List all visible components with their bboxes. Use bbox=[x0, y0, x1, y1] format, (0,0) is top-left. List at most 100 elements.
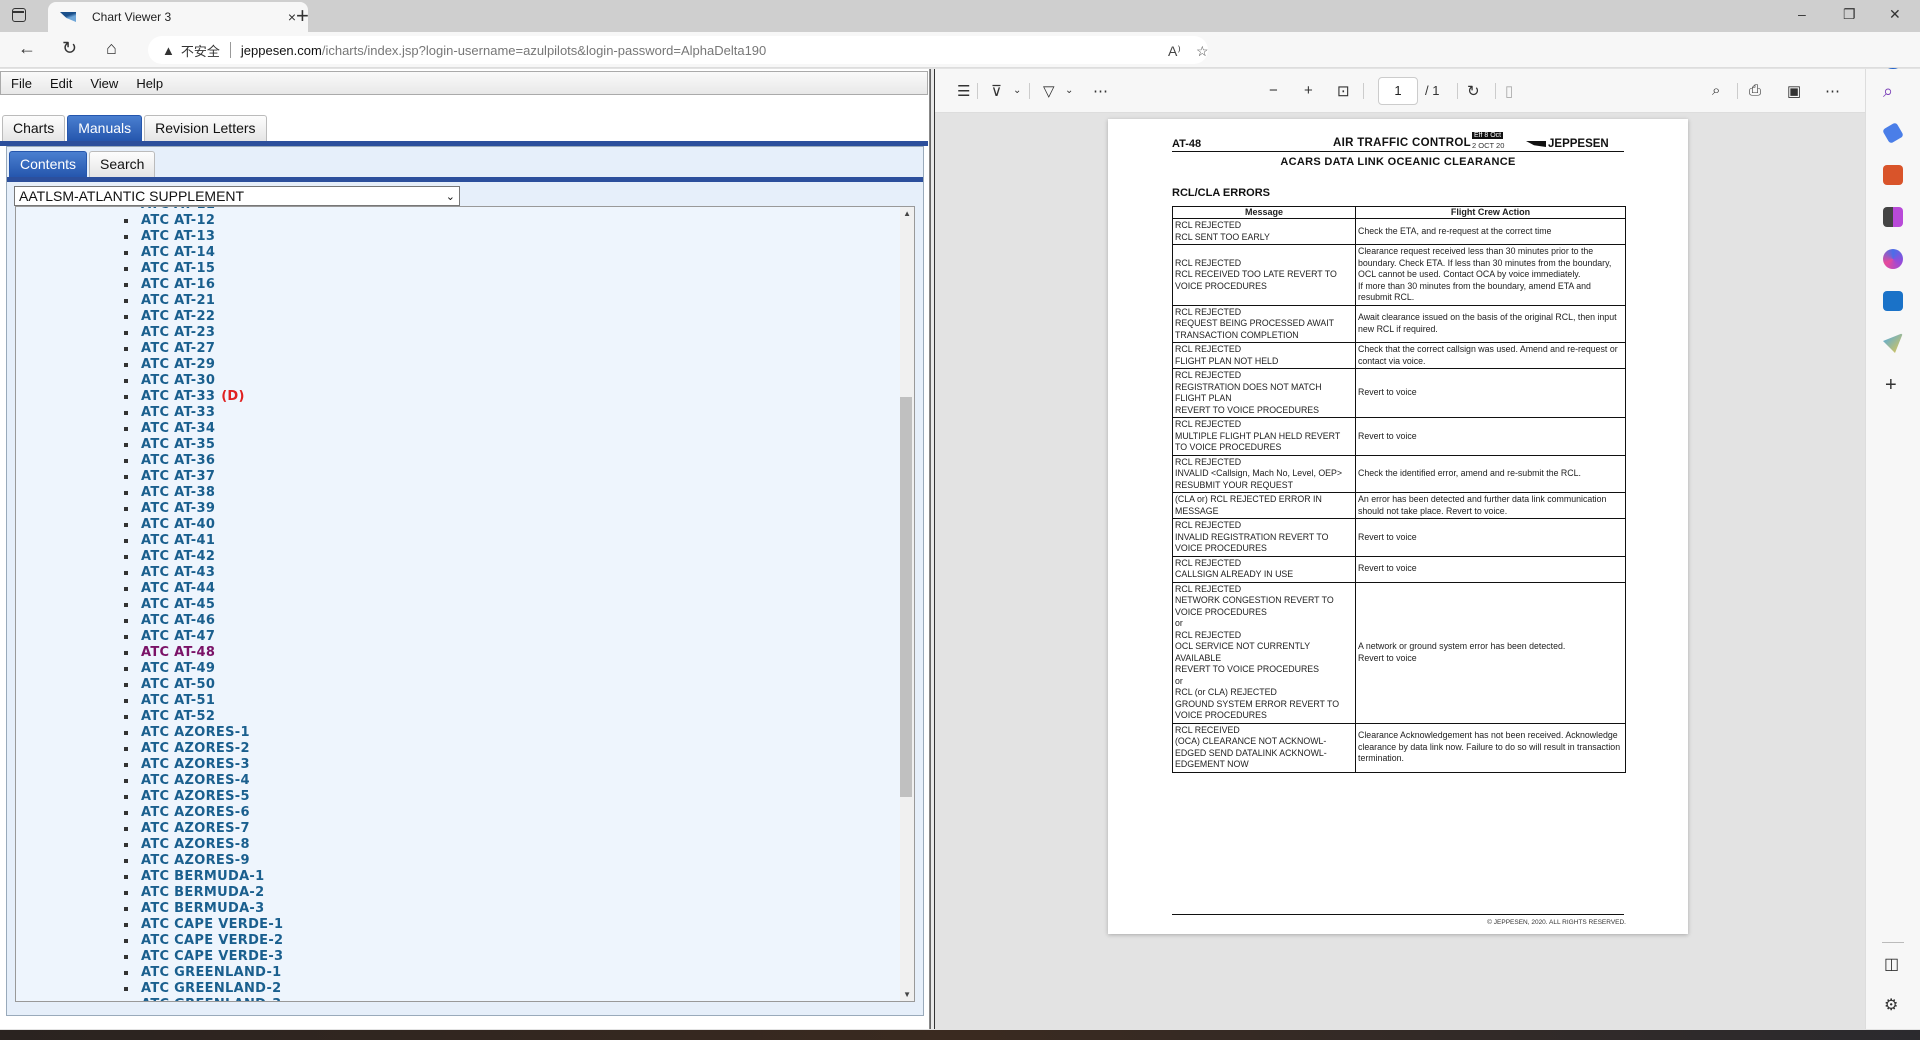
list-item-label[interactable]: ATC AZORES-7 bbox=[141, 821, 250, 836]
list-item-label[interactable]: ATC AT-21 bbox=[141, 293, 215, 308]
zoom-in-icon[interactable]: + bbox=[1304, 82, 1313, 99]
list-item-label[interactable]: ATC AT-35 bbox=[141, 437, 215, 452]
list-item[interactable]: ATC AT-23 bbox=[16, 325, 283, 341]
restore-button[interactable]: ❐ bbox=[1843, 6, 1856, 23]
list-item-label[interactable]: ATC AT-33 bbox=[141, 389, 215, 404]
scroll-up-arrow-icon[interactable]: ▲ bbox=[903, 209, 911, 218]
refresh-icon[interactable]: ↻ bbox=[62, 38, 77, 59]
list-item[interactable]: ATC AT-45 bbox=[16, 597, 283, 613]
list-item-label[interactable]: ATC AT-29 bbox=[141, 357, 215, 372]
list-item[interactable]: ATC AT-16 bbox=[16, 277, 283, 293]
add-icon[interactable]: + bbox=[1885, 374, 1897, 397]
list-item[interactable]: ATC AZORES-8 bbox=[16, 837, 283, 853]
list-item-label[interactable]: ATC AT-12 bbox=[141, 213, 215, 228]
list-item[interactable]: ATC AT-48 bbox=[16, 645, 283, 661]
list-item-label[interactable]: ATC AZORES-6 bbox=[141, 805, 250, 820]
list-item-label[interactable]: ATC AT-16 bbox=[141, 277, 215, 292]
list-item-label[interactable]: ATC AZORES-4 bbox=[141, 773, 250, 788]
menu-help[interactable]: Help bbox=[136, 76, 163, 91]
list-item-label[interactable]: ATC AT-45 bbox=[141, 597, 215, 612]
list-item[interactable]: ATC AT-35 bbox=[16, 437, 283, 453]
list-item-label[interactable]: ATC AT-50 bbox=[141, 677, 215, 692]
menu-file[interactable]: File bbox=[11, 76, 32, 91]
home-icon[interactable]: ⌂ bbox=[106, 38, 117, 59]
list-item[interactable]: ATC CAPE VERDE-1 bbox=[16, 917, 283, 933]
list-item-label[interactable]: ATC CAPE VERDE-2 bbox=[141, 933, 283, 948]
search-icon[interactable]: ⌕ bbox=[1712, 82, 1720, 99]
list-item-label[interactable]: ATC AT-48 bbox=[141, 645, 215, 660]
scroll-thumb[interactable] bbox=[900, 397, 912, 797]
list-item[interactable]: ATC AT-33 bbox=[16, 405, 283, 421]
list-item[interactable]: ATC AT-37 bbox=[16, 469, 283, 485]
tab-manuals[interactable]: Manuals bbox=[67, 115, 143, 141]
list-item[interactable]: ATC GREENLAND-2 bbox=[16, 981, 283, 997]
list-item[interactable]: ATC AZORES-3 bbox=[16, 757, 283, 773]
list-item-label[interactable]: ATC AT-43 bbox=[141, 565, 215, 580]
list-item-label[interactable]: ATC AT-47 bbox=[141, 629, 215, 644]
list-item[interactable]: ATC AT-41 bbox=[16, 533, 283, 549]
add-favorite-icon[interactable]: ☆ bbox=[1196, 43, 1209, 60]
list-item[interactable]: ATC GREENLAND-3 bbox=[16, 997, 283, 1001]
print-icon[interactable]: ⎙ bbox=[1749, 82, 1761, 99]
list-item[interactable]: ATC AT-21 bbox=[16, 293, 283, 309]
list-item-label[interactable]: ATC AT-11 bbox=[141, 207, 215, 212]
list-item[interactable]: ATC AT-13 bbox=[16, 229, 283, 245]
rotate-icon[interactable]: ↻ bbox=[1467, 82, 1480, 100]
list-item-label[interactable]: ATC AT-14 bbox=[141, 245, 215, 260]
draw-dropdown-icon[interactable]: ⌄ bbox=[1065, 85, 1073, 96]
games-icon[interactable] bbox=[1883, 207, 1903, 227]
list-item-label[interactable]: ATC AT-13 bbox=[141, 229, 215, 244]
list-item[interactable]: ATC AT-15 bbox=[16, 261, 283, 277]
contents-list-icon[interactable]: ☰ bbox=[957, 82, 970, 100]
tab-revision-letters[interactable]: Revision Letters bbox=[144, 115, 267, 141]
list-item-label[interactable]: ATC AT-27 bbox=[141, 341, 215, 356]
list-item-label[interactable]: ATC AT-15 bbox=[141, 261, 215, 276]
tools-icon[interactable] bbox=[1883, 165, 1903, 185]
list-item-label[interactable]: ATC AT-22 bbox=[141, 309, 215, 324]
list-item-label[interactable]: ATC AZORES-9 bbox=[141, 853, 250, 868]
list-item[interactable]: ATC AT-14 bbox=[16, 245, 283, 261]
list-item-label[interactable]: ATC AT-52 bbox=[141, 709, 215, 724]
menu-edit[interactable]: Edit bbox=[50, 76, 72, 91]
hide-sidebar-icon[interactable]: ◫ bbox=[1884, 954, 1899, 974]
shopping-icon[interactable] bbox=[1882, 122, 1904, 144]
tab-contents[interactable]: Contents bbox=[9, 151, 88, 177]
list-item-label[interactable]: ATC GREENLAND-1 bbox=[141, 965, 282, 980]
list-item-label[interactable]: ATC AT-49 bbox=[141, 661, 215, 676]
list-item-label[interactable]: ATC BERMUDA-3 bbox=[141, 901, 264, 916]
list-item[interactable]: ATC AT-11 bbox=[16, 207, 283, 213]
list-item[interactable]: ATC AT-29 bbox=[16, 357, 283, 373]
list-item[interactable]: ATC BERMUDA-1 bbox=[16, 869, 283, 885]
list-item-label[interactable]: ATC AT-34 bbox=[141, 421, 215, 436]
highlight-icon[interactable]: ⊽ bbox=[991, 82, 1002, 100]
list-item[interactable]: ATC AT-39 bbox=[16, 501, 283, 517]
list-item-label[interactable]: ATC CAPE VERDE-1 bbox=[141, 917, 283, 932]
list-item[interactable]: ATC AT-52 bbox=[16, 709, 283, 725]
insecure-label[interactable]: 不安全 bbox=[181, 41, 220, 60]
new-tab-button[interactable]: + bbox=[296, 3, 309, 29]
tab-charts[interactable]: Charts bbox=[2, 115, 66, 141]
tab-actions-icon[interactable] bbox=[12, 8, 26, 22]
list-item-label[interactable]: ATC CAPE VERDE-3 bbox=[141, 949, 283, 964]
list-item[interactable]: ATC CAPE VERDE-2 bbox=[16, 933, 283, 949]
list-item[interactable]: ATC AT-36 bbox=[16, 453, 283, 469]
url-bar[interactable]: ▲ 不安全 jeppesen.com/icharts/index.jsp?log… bbox=[148, 36, 1209, 64]
list-item[interactable]: ATC AT-50 bbox=[16, 677, 283, 693]
list-item[interactable]: ATC BERMUDA-3 bbox=[16, 901, 283, 917]
list-item-label[interactable]: ATC AT-46 bbox=[141, 613, 215, 628]
list-item[interactable]: ATC GREENLAND-1 bbox=[16, 965, 283, 981]
list-item-label[interactable]: ATC AT-39 bbox=[141, 501, 215, 516]
list-item[interactable]: ATC BERMUDA-2 bbox=[16, 885, 283, 901]
list-item-label[interactable]: ATC AZORES-5 bbox=[141, 789, 250, 804]
list-item[interactable]: ATC CAPE VERDE-3 bbox=[16, 949, 283, 965]
list-item-label[interactable]: ATC AZORES-3 bbox=[141, 757, 250, 772]
more-tools-icon[interactable]: ⋯ bbox=[1093, 82, 1108, 100]
list-item[interactable]: ATC AT-44 bbox=[16, 581, 283, 597]
list-item-label[interactable]: ATC AZORES-2 bbox=[141, 741, 250, 756]
office-icon[interactable] bbox=[1883, 249, 1903, 269]
list-item[interactable]: ATC AT-43 bbox=[16, 565, 283, 581]
list-item-label[interactable]: ATC AT-30 bbox=[141, 373, 215, 388]
list-item[interactable]: ATC AZORES-2 bbox=[16, 741, 283, 757]
menu-view[interactable]: View bbox=[90, 76, 118, 91]
list-item[interactable]: ATC AT-33 (D) bbox=[16, 389, 283, 405]
